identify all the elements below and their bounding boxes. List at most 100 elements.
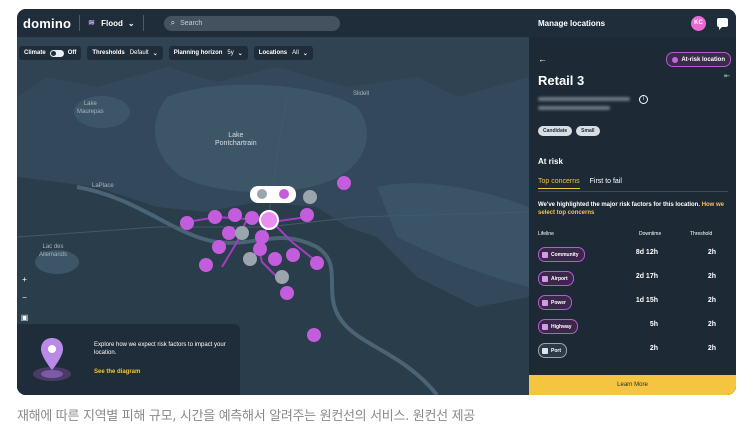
learn-more-button[interactable]: Learn More: [529, 375, 736, 395]
table-row[interactable]: Airport 2d 17h 2h: [538, 269, 728, 289]
collapse-icon[interactable]: ⇤: [724, 72, 730, 80]
layers-icon[interactable]: ▣: [20, 313, 29, 322]
lake-maurepas-label: Lake Maurepas: [77, 101, 104, 115]
info-icon[interactable]: i: [639, 95, 648, 104]
tag-small: Small: [576, 126, 600, 136]
desc-text: We've highlighted the major risk factors…: [538, 202, 702, 208]
tab-top-concerns[interactable]: Top concerns: [538, 178, 580, 189]
lifeline-pill: Community: [538, 247, 585, 262]
power-icon: [542, 299, 548, 306]
panel-header: Manage locations KC: [529, 9, 736, 37]
threshold-value: 2h: [707, 345, 716, 352]
thresholds-dropdown[interactable]: Thresholds Default ⌄: [87, 46, 163, 60]
locations-label: Locations: [258, 50, 288, 56]
table-row[interactable]: Highway 5h 2h: [538, 317, 728, 337]
threshold-value: 2h: [707, 297, 716, 304]
divider: [142, 15, 144, 31]
lifeline-name: Highway: [551, 323, 572, 330]
table-row[interactable]: Port 2h 2h: [538, 341, 728, 361]
see-diagram-link[interactable]: See the diagram: [94, 369, 140, 375]
toggle-switch[interactable]: [49, 49, 64, 57]
app-logo: domino: [23, 15, 72, 31]
lifeline-pill: Highway: [538, 319, 578, 334]
downtime-value: 1d 15h: [635, 297, 658, 304]
lac-des-allemands-label: Lac des Allemands: [39, 244, 68, 258]
warning-icon: [672, 56, 679, 63]
diagram-promo-card: Explore how we expect risk factors to im…: [17, 324, 240, 395]
threshold-value: 2h: [707, 321, 716, 328]
search-icon: ⌕: [170, 18, 176, 27]
location-detail-panel: Manage locations KC ← At-risk location ⇤…: [529, 9, 736, 395]
highway-icon: [542, 323, 548, 330]
avatar[interactable]: KC: [691, 16, 706, 31]
table-row[interactable]: Power 1d 15h 2h: [538, 293, 728, 313]
chat-icon[interactable]: [717, 18, 728, 30]
locations-dropdown[interactable]: Locations All ⌄: [253, 46, 313, 60]
locations-value: All: [292, 50, 299, 56]
threshold-value: 2h: [707, 249, 716, 256]
risk-tabs: Top concerns First to fail: [538, 178, 622, 189]
col-threshold: Threshold: [690, 231, 713, 237]
climate-label: Climate: [24, 50, 46, 56]
top-bar: domino ≋ Flood ⌄ ⌕ Search: [17, 9, 529, 37]
tab-first-to-fail[interactable]: First to fail: [590, 178, 622, 189]
horizon-label: Planning horizon: [173, 50, 223, 56]
app-window: Lake Pontchartrain Lake Maurepas Lac des…: [17, 9, 736, 395]
tab-divider: [538, 191, 728, 192]
image-caption: 재해에 따른 지역별 피해 규모, 시간을 예측해서 알려주는 원컨선의 서비스…: [17, 409, 475, 424]
at-risk-label: At-risk location: [681, 56, 725, 63]
lake-pontchartrain-label: Lake Pontchartrain: [215, 132, 257, 147]
port-icon: [542, 347, 548, 354]
hazard-label: Flood: [101, 18, 123, 28]
community-icon: [542, 251, 548, 258]
col-lifeline: Lifeline: [538, 231, 554, 237]
downtime-value: 2d 17h: [635, 273, 658, 280]
lifeline-pill: Power: [538, 295, 573, 310]
airport-icon: [542, 275, 548, 282]
planning-horizon-dropdown[interactable]: Planning horizon 5y ⌄: [168, 46, 248, 60]
downtime-value: 2h: [649, 345, 658, 352]
location-title: Retail 3: [538, 73, 585, 88]
location-tags: Candidate Small: [538, 126, 600, 136]
address-line-blurred: [538, 97, 630, 101]
at-risk-badge: At-risk location: [666, 52, 731, 67]
back-arrow-icon[interactable]: ←: [538, 54, 547, 64]
chevron-down-icon: ⌄: [302, 50, 308, 57]
downtime-value: 8d 12h: [635, 249, 658, 256]
filter-bar: Climate Off Thresholds Default ⌄ Plannin…: [19, 42, 531, 64]
lifeline-name: Port: [551, 347, 561, 354]
location-pin-illustration: [33, 338, 71, 381]
zoom-in-button[interactable]: +: [20, 275, 29, 284]
chevron-down-icon: ⌄: [127, 18, 135, 28]
chevron-down-icon: ⌄: [152, 50, 158, 57]
zoom-out-button[interactable]: −: [20, 293, 29, 302]
lifeline-name: Power: [551, 299, 567, 306]
climate-value: Off: [67, 50, 77, 56]
chevron-down-icon: ⌄: [237, 50, 243, 57]
address-line-blurred: [538, 106, 610, 110]
lifeline-pill: Port: [538, 343, 567, 358]
divider: [79, 15, 81, 31]
promo-text: Explore how we expect risk factors to im…: [94, 342, 226, 356]
tag-candidate: Candidate: [538, 126, 573, 136]
table-row[interactable]: Community 8d 12h 2h: [538, 245, 728, 265]
laplace-label: LaPlace: [92, 183, 114, 189]
lifeline-name: Community: [551, 251, 579, 258]
thresholds-label: Thresholds: [92, 50, 125, 56]
search-input[interactable]: ⌕ Search: [163, 15, 340, 31]
horizon-value: 5y: [227, 50, 234, 56]
hazard-selector[interactable]: ≋ Flood ⌄: [88, 19, 134, 28]
lifeline-name: Airport: [551, 275, 568, 282]
thresholds-value: Default: [129, 50, 149, 56]
manage-locations-title: Manage locations: [538, 18, 606, 28]
climate-toggle[interactable]: Climate Off: [19, 46, 82, 60]
slidell-label: Slidell: [353, 91, 370, 97]
flood-icon: ≋: [88, 18, 95, 27]
downtime-value: 5h: [649, 321, 658, 328]
at-risk-heading: At risk: [538, 157, 563, 166]
lifeline-pill: Airport: [538, 271, 574, 286]
concerns-description: We've highlighted the major risk factors…: [538, 201, 726, 217]
risk-pin: [180, 216, 194, 230]
search-placeholder: Search: [180, 19, 203, 27]
col-downtime: Downtime: [639, 231, 662, 237]
